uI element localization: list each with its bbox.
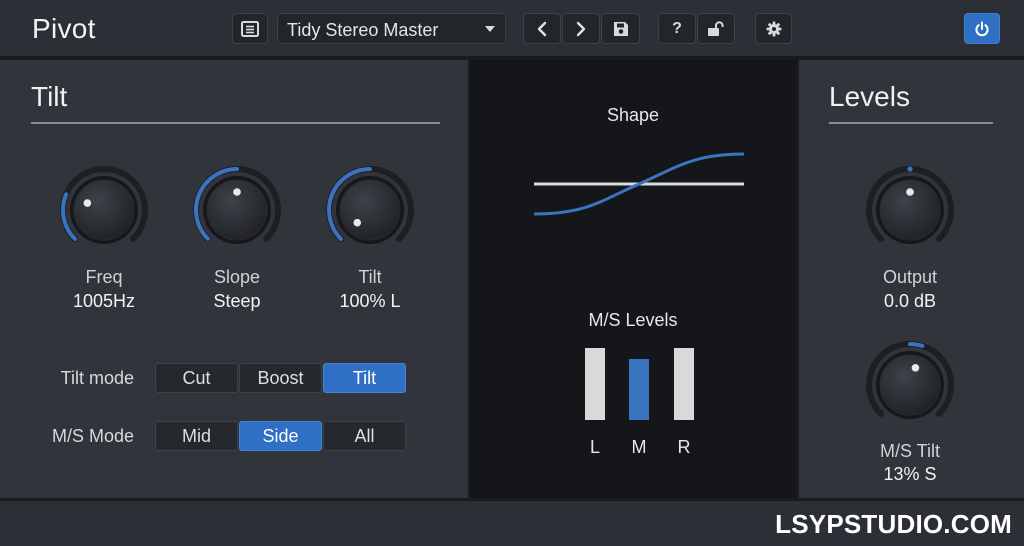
- meter-m-label: M: [631, 437, 647, 457]
- ms-mode-side-button[interactable]: Side: [239, 421, 322, 451]
- ms-mode-mid-button[interactable]: Mid: [155, 421, 238, 451]
- tilt-mode-label: Tilt mode: [60, 368, 134, 388]
- ms-tilt-knob[interactable]: [860, 335, 960, 435]
- knob-body: [73, 179, 135, 241]
- output-label: Output: [882, 267, 938, 287]
- status-bar: LSYPSTUDIO.COM: [0, 500, 1024, 546]
- tilt-mode-cut-button[interactable]: Cut: [155, 363, 238, 393]
- unlock-icon: [708, 20, 724, 36]
- knob-pointer-dot: [233, 188, 241, 196]
- power-button[interactable]: [964, 13, 1000, 44]
- preset-selector[interactable]: Tidy Stereo Master: [277, 13, 506, 44]
- tilt-label: Tilt: [358, 267, 382, 287]
- floppy-disk-icon: [613, 21, 628, 36]
- list-icon: [241, 20, 259, 37]
- meter-m: [629, 348, 649, 420]
- gear-icon: [766, 21, 781, 36]
- settings-button[interactable]: [755, 13, 792, 44]
- freq-label: Freq: [85, 267, 123, 287]
- knob-value-arc: [908, 342, 925, 348]
- toolbar: Pivot Tidy Stereo Master ?: [0, 0, 1024, 58]
- meter-fill: [585, 348, 605, 420]
- preset-browser-button[interactable]: [232, 13, 268, 44]
- meter-l: [585, 348, 605, 420]
- caret-down-icon: [485, 26, 495, 32]
- levels-panel: Levels Output 0.0 dB M/S Tilt 13% S: [799, 60, 1024, 498]
- ms-tilt-value: 13% S: [883, 464, 937, 484]
- chevron-right-icon: [576, 21, 586, 36]
- meter-l-label: L: [589, 437, 600, 457]
- tilt-mode-boost-button[interactable]: Boost: [239, 363, 322, 393]
- knob-body: [879, 354, 941, 416]
- chevron-left-icon: [537, 21, 547, 36]
- slope-knob[interactable]: [187, 160, 287, 260]
- next-preset-button[interactable]: [562, 13, 600, 44]
- tilt-shape-display: [533, 152, 745, 216]
- display-panel: Shape M/S Levels L M R: [470, 60, 797, 498]
- freq-value: 1005Hz: [72, 291, 136, 311]
- lock-button[interactable]: [697, 13, 735, 44]
- levels-section-title: Levels: [829, 81, 910, 112]
- knob-pointer-dot: [83, 199, 92, 207]
- freq-knob[interactable]: [54, 160, 154, 260]
- tilt-mode-tilt-button[interactable]: Tilt: [323, 363, 406, 393]
- ms-mode-label: M/S Mode: [51, 426, 134, 446]
- preset-name: Tidy Stereo Master: [287, 20, 439, 40]
- save-preset-button[interactable]: [601, 13, 640, 44]
- knob-pointer-dot: [906, 188, 914, 196]
- tilt-panel: Tilt Freq 1005Hz Slope Steep Tilt 100% L…: [0, 60, 468, 498]
- ms-tilt-label: M/S Tilt: [879, 441, 940, 461]
- knob-value-arc: [907, 166, 913, 172]
- watermark-text: LSYPSTUDIO.COM: [775, 509, 1012, 539]
- tilt-value: 100% L: [339, 291, 401, 311]
- tilt-knob[interactable]: [320, 160, 420, 260]
- meter-fill: [629, 358, 649, 420]
- question-mark-icon: ?: [672, 19, 682, 37]
- meter-fill: [674, 348, 694, 420]
- knob-pointer-dot: [353, 218, 362, 227]
- shape-label: Shape: [606, 105, 660, 125]
- knob-body: [339, 179, 401, 241]
- help-button[interactable]: ?: [658, 13, 696, 44]
- tilt-section-divider: [31, 122, 440, 124]
- ms-levels-label: M/S Levels: [588, 310, 678, 330]
- ms-mode-all-button[interactable]: All: [323, 421, 406, 451]
- levels-section-divider: [829, 122, 993, 124]
- previous-preset-button[interactable]: [523, 13, 561, 44]
- slope-label: Slope: [213, 267, 261, 287]
- output-knob[interactable]: [860, 160, 960, 260]
- meter-r: [674, 348, 694, 420]
- power-icon: [975, 21, 989, 36]
- tilt-section-title: Tilt: [31, 81, 68, 112]
- knob-pointer-dot: [911, 364, 920, 372]
- app-title: Pivot: [32, 13, 96, 44]
- meter-r-label: R: [677, 437, 691, 457]
- slope-value: Steep: [213, 291, 261, 311]
- output-value: 0.0 dB: [883, 291, 937, 311]
